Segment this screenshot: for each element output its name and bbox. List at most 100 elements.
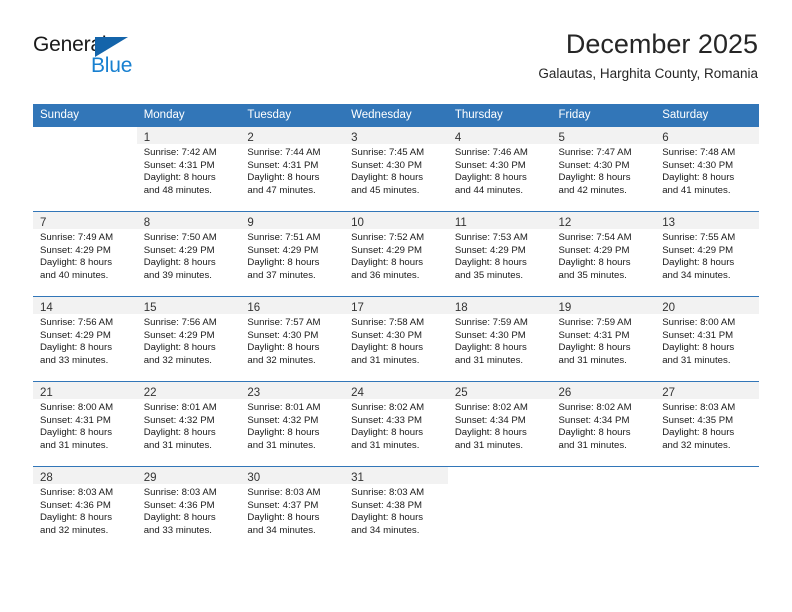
day-detail-line: Sunrise: 7:54 AM xyxy=(558,232,632,243)
day-details: Sunrise: 7:55 AM Sunset: 4:29 PM Daylight:… xyxy=(655,229,759,282)
day-detail-line: Sunrise: 8:03 AM xyxy=(247,487,321,498)
day-detail-line: Daylight: 8 hours xyxy=(662,257,735,269)
day-cell[interactable]: 22 Sunrise: 8:01 AM Sunset: 4:32 PM Dayligh… xyxy=(136,381,241,467)
day-detail-line: Daylight: 8 hours xyxy=(454,172,527,184)
day-detail-line: Sunrise: 8:01 AM xyxy=(143,402,217,413)
weekday-header-sunday: Sunday xyxy=(33,104,137,127)
day-detail-line: Sunset: 4:37 PM xyxy=(247,499,319,511)
day-cell[interactable]: 11 Sunrise: 7:53 AM Sunset: 4:29 PM Dayligh… xyxy=(447,211,552,297)
day-cell[interactable]: 15 Sunrise: 7:56 AM Sunset: 4:29 PM Dayligh… xyxy=(136,296,241,382)
day-number: 15 xyxy=(143,302,157,314)
day-cell-inner: 6 Sunrise: 7:48 AM Sunset: 4:30 PM Daylight… xyxy=(655,127,759,211)
day-cell[interactable]: 10 Sunrise: 7:52 AM Sunset: 4:29 PM Dayligh… xyxy=(344,211,448,297)
day-cell[interactable]: 14 Sunrise: 7:56 AM Sunset: 4:29 PM Dayligh… xyxy=(33,296,137,382)
day-detail-line: Sunset: 4:30 PM xyxy=(662,159,734,171)
day-detail-line: Sunrise: 7:58 AM xyxy=(351,317,425,328)
day-detail-line: Daylight: 8 hours xyxy=(351,257,424,269)
day-detail-line: Sunrise: 8:02 AM xyxy=(454,402,528,413)
day-cell[interactable]: 13 Sunrise: 7:55 AM Sunset: 4:29 PM Dayligh… xyxy=(655,211,759,297)
day-cell[interactable]: 2 Sunrise: 7:44 AM Sunset: 4:31 PM Daylight… xyxy=(240,126,345,212)
day-cell[interactable]: 3 Sunrise: 7:45 AM Sunset: 4:30 PM Daylight… xyxy=(344,126,448,212)
day-detail-line: and 47 minutes. xyxy=(247,184,316,196)
day-cell-inner: 24 Sunrise: 8:02 AM Sunset: 4:33 PM Dayligh… xyxy=(344,382,448,466)
day-detail-line: Sunrise: 7:59 AM xyxy=(558,317,632,328)
day-detail-line: Sunrise: 7:45 AM xyxy=(351,147,425,158)
day-detail-line: Sunrise: 7:57 AM xyxy=(247,317,321,328)
day-number-band: 28 xyxy=(33,467,137,484)
day-number-band: 6 xyxy=(655,127,759,144)
day-details: Sunrise: 7:44 AM Sunset: 4:31 PM Daylight:… xyxy=(240,144,344,197)
day-number: 1 xyxy=(143,132,151,144)
day-cell-empty xyxy=(33,126,137,212)
day-cell[interactable]: 18 Sunrise: 7:59 AM Sunset: 4:30 PM Dayligh… xyxy=(447,296,552,382)
day-number: 26 xyxy=(558,387,572,399)
day-cell[interactable]: 29 Sunrise: 8:03 AM Sunset: 4:36 PM Dayligh… xyxy=(136,466,241,551)
day-cell[interactable]: 30 Sunrise: 8:03 AM Sunset: 4:37 PM Dayligh… xyxy=(240,466,345,551)
day-number: 4 xyxy=(454,132,462,144)
day-cell[interactable]: 1 Sunrise: 7:42 AM Sunset: 4:31 PM Daylight… xyxy=(136,126,241,212)
day-cell[interactable]: 17 Sunrise: 7:58 AM Sunset: 4:30 PM Dayligh… xyxy=(344,296,448,382)
day-cell[interactable]: 12 Sunrise: 7:54 AM Sunset: 4:29 PM Dayligh… xyxy=(551,211,656,297)
day-details: Sunrise: 7:53 AM Sunset: 4:29 PM Daylight:… xyxy=(448,229,552,282)
day-detail-line: Sunset: 4:29 PM xyxy=(558,244,630,256)
day-detail-line: Daylight: 8 hours xyxy=(40,512,112,524)
day-detail-line: Sunrise: 8:00 AM xyxy=(662,317,736,328)
day-detail-line: and 31 minutes. xyxy=(351,354,420,366)
day-detail-line: Daylight: 8 hours xyxy=(247,257,320,269)
day-number-band xyxy=(448,467,552,484)
day-number-band: 19 xyxy=(551,297,656,314)
day-cell[interactable]: 20 Sunrise: 8:00 AM Sunset: 4:31 PM Dayligh… xyxy=(655,296,759,382)
day-details: Sunrise: 7:52 AM Sunset: 4:29 PM Daylight:… xyxy=(344,229,448,282)
day-detail-line: Sunset: 4:31 PM xyxy=(247,159,319,171)
day-cell[interactable]: 8 Sunrise: 7:50 AM Sunset: 4:29 PM Daylight… xyxy=(136,211,241,297)
day-cell-inner: 11 Sunrise: 7:53 AM Sunset: 4:29 PM Dayligh… xyxy=(447,212,552,296)
day-cell[interactable]: 31 Sunrise: 8:03 AM Sunset: 4:38 PM Dayligh… xyxy=(344,466,448,551)
day-number: 25 xyxy=(454,387,468,399)
day-detail-line: Sunrise: 7:49 AM xyxy=(40,232,114,243)
day-cell[interactable]: 28 Sunrise: 8:03 AM Sunset: 4:36 PM Dayligh… xyxy=(33,466,137,551)
day-details: Sunrise: 7:45 AM Sunset: 4:30 PM Daylight:… xyxy=(344,144,448,197)
day-detail-line: Sunrise: 7:47 AM xyxy=(558,147,632,158)
day-detail-line: and 36 minutes. xyxy=(351,269,420,281)
day-detail-line: and 31 minutes. xyxy=(351,439,420,451)
day-number-band: 31 xyxy=(344,467,448,484)
day-cell[interactable]: 19 Sunrise: 7:59 AM Sunset: 4:31 PM Dayligh… xyxy=(551,296,656,382)
day-detail-line: and 31 minutes. xyxy=(558,354,627,366)
day-cell[interactable]: 21 Sunrise: 8:00 AM Sunset: 4:31 PM Dayligh… xyxy=(33,381,137,467)
day-number: 7 xyxy=(40,217,47,229)
day-cell[interactable]: 5 Sunrise: 7:47 AM Sunset: 4:30 PM Daylight… xyxy=(551,126,656,212)
day-detail-line: Sunrise: 8:03 AM xyxy=(351,487,425,498)
weekday-header-monday: Monday xyxy=(136,104,241,127)
day-cell-inner: 12 Sunrise: 7:54 AM Sunset: 4:29 PM Dayligh… xyxy=(551,212,656,296)
day-number-band: 21 xyxy=(33,382,137,399)
day-cell[interactable]: 24 Sunrise: 8:02 AM Sunset: 4:33 PM Dayligh… xyxy=(344,381,448,467)
day-cell[interactable]: 4 Sunrise: 7:46 AM Sunset: 4:30 PM Daylight… xyxy=(447,126,552,212)
day-cell-inner: 15 Sunrise: 7:56 AM Sunset: 4:29 PM Dayligh… xyxy=(136,297,241,381)
day-cell-inner: 16 Sunrise: 7:57 AM Sunset: 4:30 PM Dayligh… xyxy=(240,297,345,381)
day-detail-line: Sunrise: 8:03 AM xyxy=(143,487,217,498)
day-detail-line: Sunset: 4:36 PM xyxy=(143,499,215,511)
day-number-band xyxy=(33,127,137,144)
day-detail-line: Sunset: 4:34 PM xyxy=(454,414,526,426)
day-detail-line: Sunrise: 7:42 AM xyxy=(143,147,217,158)
day-detail-line: Daylight: 8 hours xyxy=(143,172,216,184)
day-cell[interactable]: 25 Sunrise: 8:02 AM Sunset: 4:34 PM Dayligh… xyxy=(447,381,552,467)
day-detail-line: and 42 minutes. xyxy=(558,184,627,196)
day-detail-line: Sunset: 4:30 PM xyxy=(247,329,319,341)
day-cell[interactable]: 16 Sunrise: 7:57 AM Sunset: 4:30 PM Dayligh… xyxy=(240,296,345,382)
page-header: General Blue December 2025 Galautas, Har… xyxy=(0,0,792,100)
weekday-header-saturday: Saturday xyxy=(655,104,759,127)
day-cell-inner: 5 Sunrise: 7:47 AM Sunset: 4:30 PM Daylight… xyxy=(551,127,656,211)
day-cell[interactable]: 7 Sunrise: 7:49 AM Sunset: 4:29 PM Daylight… xyxy=(33,211,137,297)
day-number-band: 11 xyxy=(447,212,552,229)
day-details: Sunrise: 8:02 AM Sunset: 4:33 PM Daylight:… xyxy=(344,399,448,452)
day-cell[interactable]: 27 Sunrise: 8:03 AM Sunset: 4:35 PM Dayligh… xyxy=(655,381,759,467)
day-cell[interactable]: 9 Sunrise: 7:51 AM Sunset: 4:29 PM Daylight… xyxy=(240,211,345,297)
calendar-week-row: 21 Sunrise: 8:00 AM Sunset: 4:31 PM Dayligh… xyxy=(33,381,759,467)
day-cell[interactable]: 23 Sunrise: 8:01 AM Sunset: 4:32 PM Dayligh… xyxy=(240,381,345,467)
day-details: Sunrise: 8:01 AM Sunset: 4:32 PM Daylight:… xyxy=(240,399,344,452)
day-details: Sunrise: 8:03 AM Sunset: 4:38 PM Daylight:… xyxy=(344,484,448,537)
day-cell[interactable]: 6 Sunrise: 7:48 AM Sunset: 4:30 PM Daylight… xyxy=(655,126,759,212)
day-cell-inner: 31 Sunrise: 8:03 AM Sunset: 4:38 PM Dayligh… xyxy=(344,467,448,551)
day-cell[interactable]: 26 Sunrise: 8:02 AM Sunset: 4:34 PM Dayligh… xyxy=(551,381,656,467)
